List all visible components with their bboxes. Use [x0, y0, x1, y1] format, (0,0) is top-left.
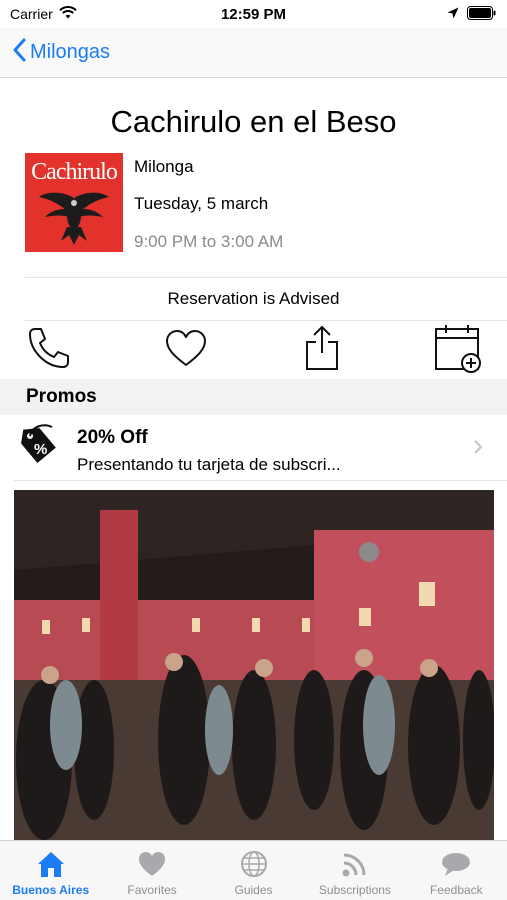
bird-emblem-icon: [39, 192, 109, 245]
tab-label: Favorites: [127, 883, 177, 897]
share-icon: [304, 325, 340, 376]
tab-label: Feedback: [429, 883, 483, 897]
back-button[interactable]: Milongas: [12, 38, 110, 68]
globe-icon: [237, 847, 271, 881]
battery-icon: [467, 5, 497, 23]
chevron-right-icon: [473, 439, 483, 460]
share-button[interactable]: [294, 322, 350, 378]
navigation-bar: Milongas: [0, 28, 507, 78]
promos-section-header: Promos: [0, 379, 507, 415]
promo-description: Presentando tu tarjeta de subscri...: [77, 455, 341, 474]
tab-label: Subscriptions: [318, 883, 391, 897]
event-type: Milonga: [134, 157, 194, 176]
percent-tag-icon: %: [14, 421, 62, 469]
tab-bar: Buenos Aires Favorites Guides Subscripti…: [0, 840, 507, 900]
speech-bubble-icon: [439, 847, 473, 881]
house-icon: [34, 847, 68, 881]
tab-label: Guides: [234, 883, 273, 897]
event-title: Cachirulo en el Beso: [110, 104, 397, 139]
tab-label: Buenos Aires: [12, 883, 90, 897]
divider: [25, 320, 507, 321]
status-right: [447, 5, 497, 23]
venue-photo: [14, 490, 494, 840]
promo-title: 20% Off: [77, 427, 148, 448]
carrier-label: Carrier: [10, 6, 53, 22]
tab-feedback[interactable]: Feedback: [406, 841, 507, 900]
call-button[interactable]: [21, 322, 77, 378]
action-bar: [0, 322, 507, 378]
event-date: Tuesday, 5 march: [134, 194, 269, 213]
divider: [14, 480, 507, 481]
tab-subscriptions[interactable]: Subscriptions: [304, 841, 405, 900]
back-button-label: Milongas: [30, 41, 111, 63]
heart-icon: [164, 328, 208, 373]
feed-icon: [338, 847, 372, 881]
event-logo: Cachirulo: [25, 153, 123, 252]
tab-favorites[interactable]: Favorites: [101, 841, 202, 900]
tab-guides[interactable]: Guides: [203, 841, 304, 900]
divider: [25, 277, 507, 278]
phone-icon: [26, 325, 72, 376]
status-bar: Carrier 12:59 PM: [0, 0, 507, 28]
calendar-add-icon: [433, 323, 483, 378]
favorite-button[interactable]: [158, 322, 214, 378]
chevron-left-icon: [12, 38, 26, 68]
tab-buenos-aires[interactable]: Buenos Aires: [0, 841, 101, 900]
location-arrow-icon: [447, 6, 459, 22]
status-left: Carrier: [10, 6, 77, 22]
heart-icon: [135, 847, 169, 881]
add-to-calendar-button[interactable]: [430, 322, 486, 378]
reservation-notice: Reservation is Advised: [167, 289, 340, 308]
promo-item[interactable]: % 20% Off Presentando tu tarjeta de subs…: [0, 415, 507, 481]
svg-text:%: %: [34, 441, 47, 458]
event-time: 9:00 PM to 3:00 AM: [134, 232, 284, 251]
wifi-icon: [59, 6, 77, 22]
